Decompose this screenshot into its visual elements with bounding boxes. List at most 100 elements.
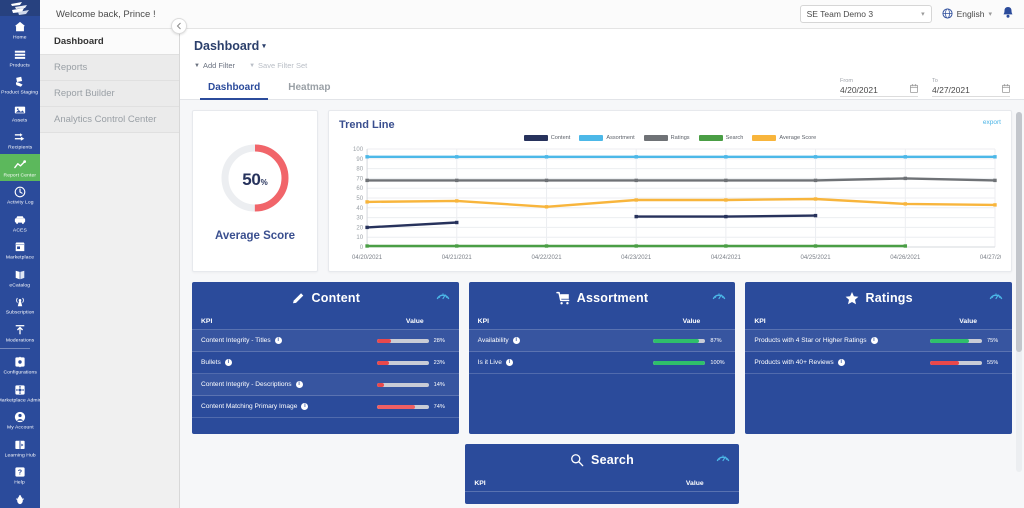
page-title[interactable]: Dashboard▾ <box>194 39 266 53</box>
top-bar: Welcome back, Prince ! SE Team Demo 3 ▾ … <box>40 0 1024 29</box>
svg-text:04/24/2021: 04/24/2021 <box>711 255 742 261</box>
rail-item-moderations[interactable]: Moderations <box>0 319 40 347</box>
legend-item[interactable]: Assortment <box>579 135 634 141</box>
bug-icon <box>14 494 26 506</box>
info-icon[interactable]: i <box>513 337 520 344</box>
speedometer-icon[interactable] <box>712 290 726 301</box>
legend-item[interactable]: Content <box>524 135 571 141</box>
legend-swatch <box>644 135 668 141</box>
info-icon[interactable]: i <box>275 337 282 344</box>
rail-item-activity-log[interactable]: Activity Log <box>0 181 40 209</box>
legend-item[interactable]: Search <box>699 135 744 141</box>
info-icon[interactable]: i <box>301 403 308 410</box>
rail-item-report-center[interactable]: Report Center <box>0 154 40 182</box>
speedometer-icon[interactable] <box>989 290 1003 301</box>
svg-text:100: 100 <box>353 147 364 153</box>
scrollbar-thumb[interactable] <box>1016 112 1022 352</box>
notifications-bell-button[interactable] <box>1002 6 1014 22</box>
legend-item[interactable]: Ratings <box>644 135 690 141</box>
speedometer-icon[interactable] <box>716 452 730 463</box>
rail-item-home[interactable]: Home <box>0 16 40 44</box>
calendar-icon[interactable] <box>910 84 918 95</box>
svg-text:0: 0 <box>360 245 364 251</box>
svg-text:04/27/2021: 04/27/2021 <box>980 255 1001 261</box>
question-icon: ? <box>14 466 26 478</box>
progress-bar <box>930 361 982 365</box>
rail-item-my-account[interactable]: My Account <box>0 406 40 434</box>
svg-text:30: 30 <box>356 216 363 222</box>
info-icon[interactable]: i <box>506 359 513 366</box>
kpi-row[interactable]: Availabilityi87% <box>469 330 736 352</box>
language-label: English <box>957 9 985 19</box>
rail-item-recipients[interactable]: Recipients <box>0 126 40 154</box>
rail-item-marketplace[interactable]: Marketplace <box>0 236 40 264</box>
save-filter-set-button[interactable]: ▼ Save Filter Set <box>249 61 307 70</box>
team-select[interactable]: SE Team Demo 3 ▾ <box>800 5 932 23</box>
date-from-field[interactable]: From 4/20/2021 <box>840 78 918 97</box>
rail-item-ecatalog[interactable]: eCatalog <box>0 264 40 292</box>
kpi-column-label: KPI <box>201 318 212 325</box>
svg-text:04/25/2021: 04/25/2021 <box>801 255 832 261</box>
main-scrollbar[interactable] <box>1016 112 1022 472</box>
rail-item-subscription[interactable]: Subscription <box>0 291 40 319</box>
image-icon <box>14 104 26 116</box>
subnav-item-dashboard[interactable]: Dashboard <box>40 29 179 55</box>
progress-bar <box>377 383 429 387</box>
rail-item-aces[interactable]: ACES <box>0 209 40 237</box>
rail-item-label: Marketplace Admin <box>0 397 40 404</box>
calendar-icon[interactable] <box>1002 84 1010 95</box>
subnav-item-label: Dashboard <box>54 36 104 47</box>
grid-spacer <box>192 444 465 504</box>
info-icon[interactable]: i <box>225 359 232 366</box>
kpi-card-assortment: AssortmentKPIValueAvailabilityi87%Is it … <box>469 282 736 434</box>
language-selector[interactable]: English ▾ <box>942 8 992 21</box>
rail-item-report-problem[interactable]: Report Problem <box>0 489 40 508</box>
rail-item-label: Help <box>15 479 26 486</box>
add-filter-button[interactable]: ▼ Add Filter <box>194 61 235 70</box>
trend-line-card: Trend Line export ContentAssortmentRatin… <box>328 110 1012 272</box>
company-logo[interactable] <box>0 0 40 16</box>
rail-item-configurations[interactable]: Configurations <box>0 351 40 379</box>
kpi-row-name-group: Content Integrity - Descriptionsi <box>201 381 303 388</box>
kpi-row-name-group: Content Integrity - Titlesi <box>201 337 282 344</box>
rail-item-marketplace-admin[interactable]: Marketplace Admin <box>0 379 40 407</box>
kpi-row[interactable]: Content Integrity - Titlesi 28% <box>192 330 459 352</box>
legend-item[interactable]: Average Score <box>752 135 816 141</box>
kpi-row[interactable]: Bulletsi23% <box>192 352 459 374</box>
filter-toolbar: ▼ Add Filter ▼ Save Filter Set <box>194 61 1010 70</box>
rail-item-label: Configurations <box>3 369 37 376</box>
kpi-row[interactable]: Is it Livei100% <box>469 352 736 374</box>
kpi-row-value: 28% <box>377 338 450 344</box>
info-icon[interactable]: i <box>296 381 303 388</box>
rail-item-products[interactable]: Products <box>0 44 40 72</box>
average-score-gauge: 50 % <box>217 140 293 216</box>
progress-bar <box>653 361 705 365</box>
kpi-row[interactable]: Products with 40+ Reviewsi55% <box>745 352 1012 374</box>
value-column-label: Value <box>406 318 424 325</box>
subnav-item-reports[interactable]: Reports <box>40 55 179 81</box>
rail-item-assets[interactable]: Assets <box>0 99 40 127</box>
date-range-picker: From 4/20/2021 <box>840 78 1010 99</box>
tab-dashboard[interactable]: Dashboard <box>194 82 274 99</box>
kpi-row[interactable]: Content Matching Primary Imagei74% <box>192 396 459 418</box>
kpi-row[interactable]: Products with 4 Star or Higher Ratingsi7… <box>745 330 1012 352</box>
info-icon[interactable]: i <box>838 359 845 366</box>
subnav-item-report-builder[interactable]: Report Builder <box>40 81 179 107</box>
date-to-field[interactable]: To 4/27/2021 <box>932 78 1010 97</box>
rail-item-learning-hub[interactable]: Learning Hub <box>0 434 40 462</box>
kpi-card-search: Search <box>465 444 738 504</box>
rail-item-product-staging[interactable]: Product Staging <box>0 71 40 99</box>
info-icon[interactable]: i <box>871 337 878 344</box>
rail-item-help[interactable]: ?Help <box>0 461 40 489</box>
kpi-column-header: KPIValue <box>469 314 736 330</box>
tab-heatmap[interactable]: Heatmap <box>274 82 344 99</box>
speedometer-icon[interactable] <box>436 290 450 301</box>
rail-item-label: Learning Hub <box>4 452 35 459</box>
upload-icon <box>14 324 26 336</box>
kpi-row[interactable]: Content Integrity - Descriptionsi14% <box>192 374 459 396</box>
progress-bar <box>377 405 429 409</box>
collapse-panel-button[interactable] <box>171 18 187 34</box>
rail-item-label: Product Staging <box>2 89 39 96</box>
subnav-item-analytics-control-center[interactable]: Analytics Control Center <box>40 107 179 133</box>
export-link[interactable]: export <box>983 119 1001 126</box>
